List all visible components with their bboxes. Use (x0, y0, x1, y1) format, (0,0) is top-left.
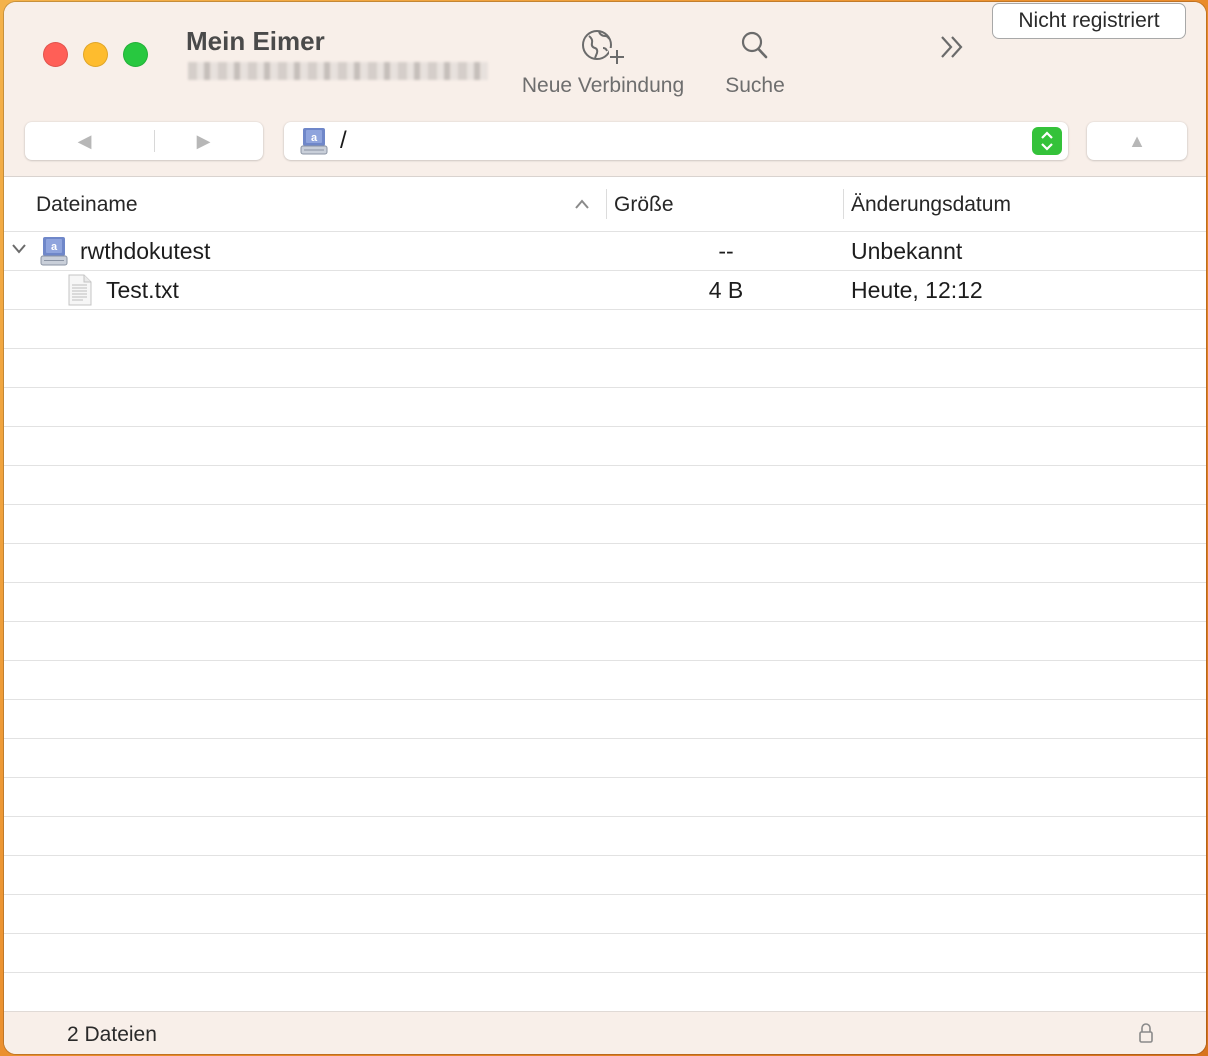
zoom-window-button[interactable] (123, 42, 148, 67)
file-count: 2 Dateien (67, 1023, 157, 1046)
text-file-icon (67, 274, 93, 311)
close-window-button[interactable] (43, 42, 68, 67)
amazon-bucket-icon: a (39, 235, 69, 272)
chevron-up-down-icon (1041, 131, 1053, 151)
empty-row (4, 895, 1206, 934)
triangle-right-icon: ▶ (196, 130, 211, 151)
empty-row (4, 388, 1206, 427)
parent-folder-button[interactable]: ▲ (1087, 122, 1187, 160)
empty-row (4, 973, 1206, 1012)
minimize-window-button[interactable] (83, 42, 108, 67)
empty-row (4, 778, 1206, 817)
amazon-drive-icon: a (300, 126, 328, 161)
column-divider[interactable] (843, 189, 844, 219)
empty-row (4, 934, 1206, 973)
new-connection-label: Neue Verbindung (521, 74, 685, 97)
empty-row (4, 856, 1206, 895)
triangle-up-icon: ▲ (1128, 130, 1146, 151)
path-popup-stepper[interactable] (1032, 127, 1062, 155)
lock-icon[interactable] (1138, 1022, 1154, 1049)
file-size: -- (718, 238, 734, 264)
column-divider[interactable] (606, 189, 607, 219)
empty-row (4, 349, 1206, 388)
empty-row (4, 622, 1206, 661)
new-connection-button[interactable]: Neue Verbindung (508, 26, 698, 98)
empty-row (4, 505, 1206, 544)
app-window: Mein Eimer Neue Verbindung Suche Nicht r… (4, 2, 1206, 1054)
disclosure-chevron-down-icon[interactable] (11, 242, 27, 261)
file-modified: Unbekannt (851, 238, 963, 264)
history-segmented-control: ◀ ▶ (25, 122, 263, 160)
empty-row-area (4, 310, 1206, 1012)
svg-text:a: a (311, 132, 318, 144)
search-label: Suche (725, 74, 785, 97)
column-header-size[interactable]: Größe (614, 193, 674, 217)
titlebar: Mein Eimer Neue Verbindung Suche Nicht r… (4, 2, 1206, 106)
empty-row (4, 817, 1206, 856)
empty-row (4, 583, 1206, 622)
current-path: / (340, 127, 347, 154)
search-icon (712, 26, 798, 66)
forward-button[interactable]: ▶ (144, 122, 263, 160)
sort-ascending-icon (574, 197, 590, 215)
chevron-double-right-icon (941, 36, 963, 58)
status-bar: 2 Dateien (4, 1011, 1206, 1054)
table-row-bucket[interactable]: a rwthdokutest -- Unbekannt (4, 232, 1206, 271)
file-list: a rwthdokutest -- Unbekannt Test.txt 4 B… (4, 232, 1206, 1012)
column-header-filename[interactable]: Dateiname (36, 193, 138, 217)
file-list-header: Dateiname Größe Änderungsdatum (4, 177, 1206, 232)
empty-row (4, 661, 1206, 700)
window-subtitle-redacted (188, 62, 488, 80)
empty-row (4, 544, 1206, 583)
file-size: 4 B (708, 277, 744, 303)
navigation-bar: ◀ ▶ a / ▲ (4, 106, 1206, 177)
empty-row (4, 427, 1206, 466)
window-title: Mein Eimer (186, 26, 325, 56)
column-header-modified[interactable]: Änderungsdatum (851, 193, 1011, 217)
not-registered-button[interactable]: Nicht registriert (992, 3, 1186, 39)
table-row-file[interactable]: Test.txt 4 B Heute, 12:12 (4, 271, 1206, 310)
file-modified: Heute, 12:12 (851, 277, 983, 303)
file-name: Test.txt (106, 277, 179, 303)
globe-plus-icon (508, 26, 698, 66)
empty-row (4, 466, 1206, 505)
search-button[interactable]: Suche (712, 26, 798, 98)
empty-row (4, 739, 1206, 778)
back-button[interactable]: ◀ (25, 122, 144, 160)
empty-row (4, 700, 1206, 739)
toolbar-overflow-button[interactable] (934, 32, 970, 62)
file-name: rwthdokutest (80, 238, 211, 264)
path-selector[interactable]: a / (284, 122, 1068, 160)
svg-text:a: a (51, 241, 58, 253)
empty-row (4, 310, 1206, 349)
triangle-left-icon: ◀ (77, 130, 92, 151)
